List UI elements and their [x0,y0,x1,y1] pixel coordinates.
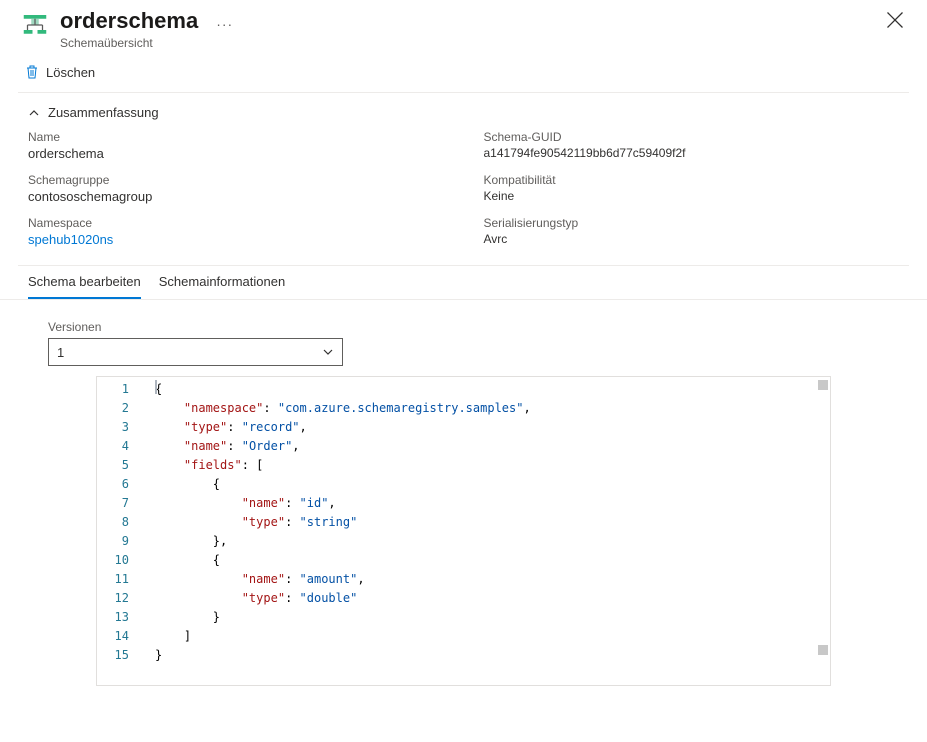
trash-icon [24,64,40,80]
summary-toggle[interactable]: Zusammenfassung [28,105,899,120]
chevron-down-icon [322,346,334,358]
tab-schema-info[interactable]: Schemainformationen [159,266,285,299]
tabs: Schema bearbeiten Schemainformationen [0,266,927,300]
panel-subtitle: Schemaübersicht [60,36,198,50]
tab-edit-schema[interactable]: Schema bearbeiten [28,266,141,299]
name-label: Name [28,130,444,144]
editor-cursor [155,380,157,394]
chevron-up-icon [28,107,40,119]
scroll-marker [818,645,828,655]
group-label: Schemagruppe [28,173,444,187]
serial-label: Serialisierungstyp [484,216,900,230]
ns-value[interactable]: spehub1020ns [28,232,444,247]
versions-selected: 1 [57,345,64,360]
serial-value: Avrc [484,232,900,246]
scroll-marker [818,380,828,390]
name-value: orderschema [28,146,444,161]
ns-label: Namespace [28,216,444,230]
guid-value: a141794fe90542119bb6d77c59409f2f [484,146,900,160]
delete-label: Löschen [46,65,95,80]
group-value: contososchemagroup [28,189,444,204]
compat-value: Keine [484,189,900,203]
summary-toggle-label: Zusammenfassung [48,105,159,120]
compat-label: Kompatibilität [484,173,900,187]
editor-gutter: 1 2 3 4 5 6 7 8 9 10 11 12 13 14 15 [97,377,147,685]
editor-code[interactable]: { "namespace": "com.azure.schemaregistry… [147,377,830,685]
delete-button[interactable]: Löschen [18,60,101,84]
versions-label: Versionen [48,320,879,334]
guid-label: Schema-GUID [484,130,900,144]
panel-title: orderschema [60,8,198,34]
close-button[interactable] [885,10,905,30]
schema-editor[interactable]: 1 2 3 4 5 6 7 8 9 10 11 12 13 14 15 { "n… [96,376,831,686]
more-button[interactable]: ··· [212,14,237,34]
versions-select[interactable]: 1 [48,338,343,366]
schema-icon [20,10,50,40]
close-icon [885,10,905,30]
